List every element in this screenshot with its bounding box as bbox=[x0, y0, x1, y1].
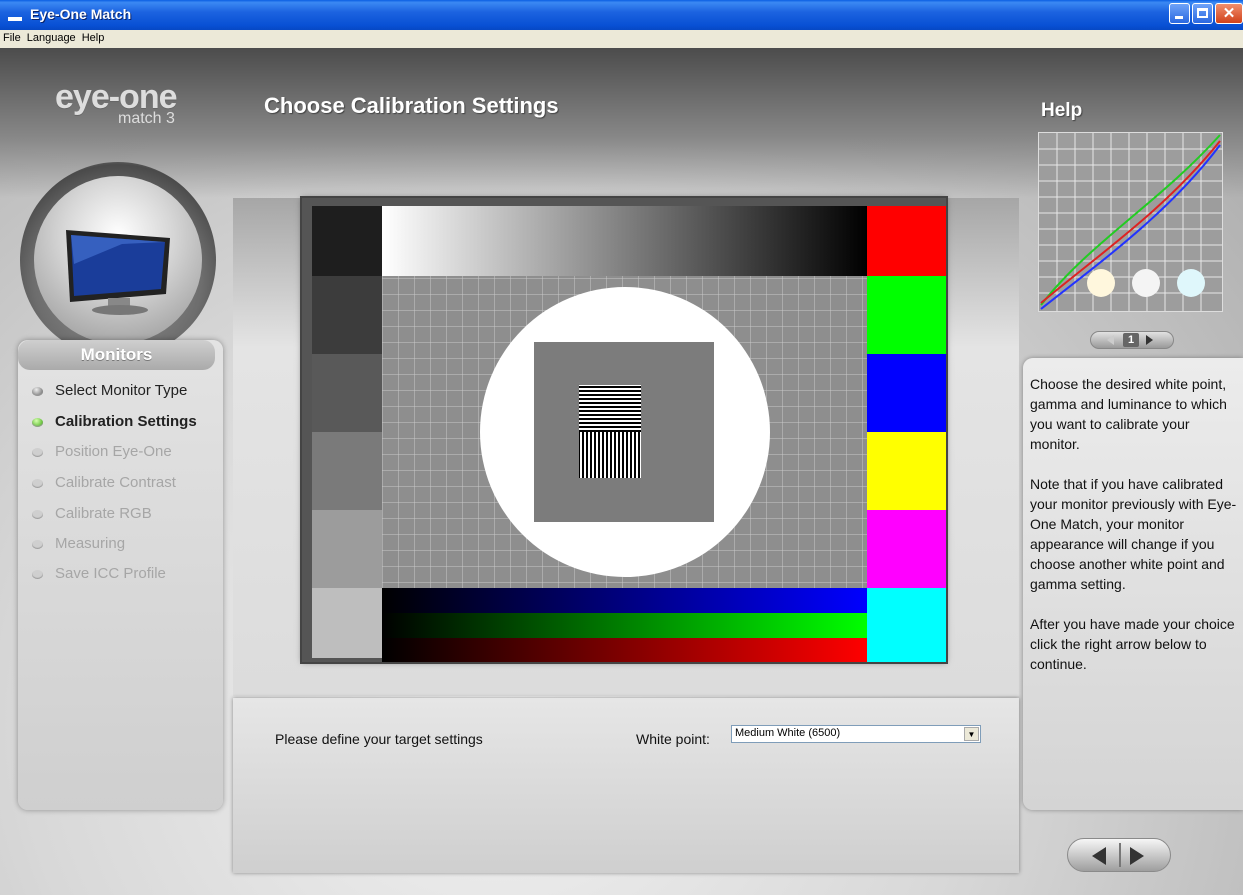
close-icon: ✕ bbox=[1222, 5, 1236, 22]
help-page-number: 1 bbox=[1123, 333, 1139, 347]
wizard-navigation bbox=[1067, 838, 1171, 872]
gamma-curve-illustration bbox=[1038, 132, 1223, 312]
page-title: Choose Calibration Settings bbox=[264, 93, 559, 118]
maximize-button[interactable] bbox=[1192, 3, 1213, 24]
step-status-icon bbox=[32, 478, 43, 488]
minimize-button[interactable] bbox=[1169, 3, 1190, 24]
white-point-value: Medium White (6500) bbox=[735, 727, 841, 739]
help-paragraph: Note that if you have calibrated your mo… bbox=[1030, 476, 1237, 592]
title-bar[interactable]: Eye-One Match ✕ bbox=[0, 0, 1243, 30]
help-text: Choose the desired white point, gamma an… bbox=[1030, 374, 1242, 694]
white-point-select[interactable]: Medium White (6500) ▼ bbox=[731, 725, 981, 743]
step-status-icon bbox=[32, 417, 43, 427]
window-title: Eye-One Match bbox=[30, 6, 132, 22]
back-arrow-icon[interactable] bbox=[1092, 847, 1106, 865]
menu-bar: File Language Help bbox=[0, 30, 1243, 48]
chevron-down-icon[interactable]: ▼ bbox=[964, 727, 979, 741]
step-status-icon bbox=[32, 539, 43, 549]
menu-help[interactable]: Help bbox=[79, 30, 108, 44]
step-measuring: Measuring bbox=[32, 534, 125, 554]
step-status-icon bbox=[32, 447, 43, 457]
next-arrow-icon[interactable] bbox=[1130, 847, 1144, 865]
step-status-icon bbox=[32, 509, 43, 519]
step-calibration-settings[interactable]: Calibration Settings bbox=[32, 412, 197, 432]
main-area: eye-one match 3 Monitors Select Monitor … bbox=[0, 48, 1243, 895]
minimize-icon bbox=[1175, 16, 1183, 19]
pager-prev-icon[interactable] bbox=[1107, 335, 1114, 345]
monitor-icon bbox=[66, 230, 170, 315]
help-title: Help bbox=[1041, 100, 1083, 121]
menu-language[interactable]: Language bbox=[24, 30, 79, 44]
close-button[interactable]: ✕ bbox=[1215, 3, 1243, 24]
step-select-monitor-type[interactable]: Select Monitor Type bbox=[32, 381, 187, 401]
section-title: Monitors bbox=[18, 340, 215, 370]
step-save-icc-profile: Save ICC Profile bbox=[32, 564, 166, 584]
maximize-icon bbox=[1197, 8, 1208, 18]
logo-product: match 3 bbox=[118, 110, 175, 127]
help-paragraph: Choose the desired white point, gamma an… bbox=[1030, 376, 1227, 452]
help-paragraph: After you have made your choice click th… bbox=[1030, 616, 1235, 672]
white-point-label: White point: bbox=[636, 731, 710, 747]
menu-file[interactable]: File bbox=[0, 30, 24, 44]
target-settings-label: Please define your target settings bbox=[275, 731, 483, 747]
app-icon bbox=[8, 9, 22, 21]
help-pager: 1 bbox=[1090, 331, 1174, 349]
pager-next-icon[interactable] bbox=[1146, 335, 1153, 345]
step-calibrate-rgb: Calibrate RGB bbox=[32, 504, 152, 524]
step-calibrate-contrast: Calibrate Contrast bbox=[32, 473, 176, 493]
step-status-icon bbox=[32, 386, 43, 396]
step-status-icon bbox=[32, 569, 43, 579]
calibration-test-image bbox=[302, 198, 946, 662]
step-position-eye-one: Position Eye-One bbox=[32, 442, 172, 462]
